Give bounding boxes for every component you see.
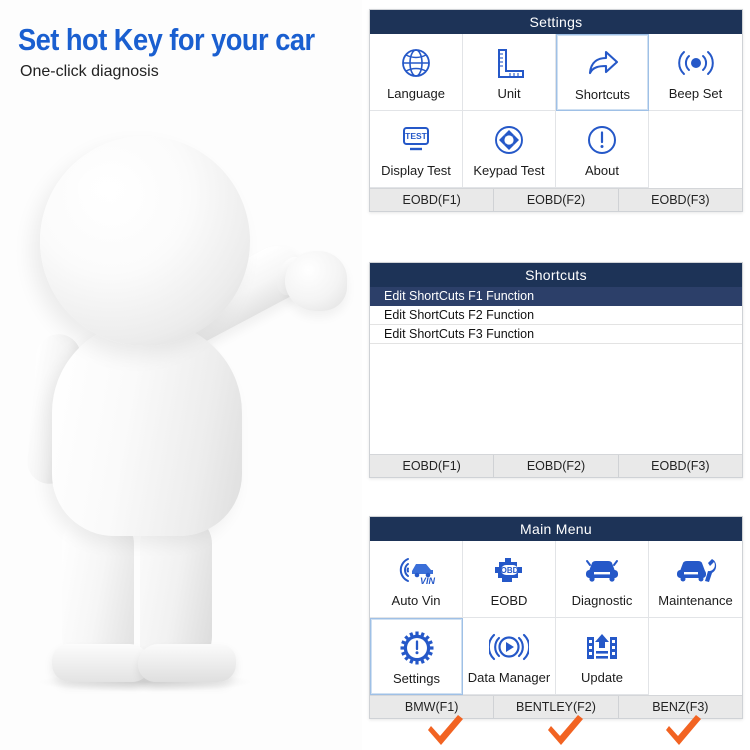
car-wrench-icon: [674, 550, 718, 590]
screenshot-root: Set hot Key for your car One-click diagn…: [0, 0, 750, 750]
main-menu-panel-title: Main Menu: [370, 517, 742, 541]
upload-film-icon: [583, 627, 621, 667]
settings-item-unit[interactable]: Unit: [463, 34, 556, 111]
mascot-illustration: [0, 96, 362, 750]
settings-item-label: Display Test: [381, 163, 451, 178]
settings-item-display-test[interactable]: TEST Display Test: [370, 111, 463, 188]
main-menu-item-label: Update: [581, 670, 623, 685]
settings-item-shortcuts[interactable]: Shortcuts: [556, 34, 649, 111]
settings-item-label: About: [585, 163, 619, 178]
shortcuts-list: Edit ShortCuts F1 Function Edit ShortCut…: [370, 287, 742, 454]
monitor-test-icon: TEST: [398, 120, 434, 160]
auto-vin-car-icon: VIN: [395, 550, 437, 590]
shortcuts-list-empty-area: [370, 344, 742, 454]
main-menu-panel: Main Menu VIN Auto Vin OBD EOBD Diagnost…: [369, 516, 743, 719]
settings-item-about[interactable]: About: [556, 111, 649, 188]
share-arrow-icon: [585, 44, 621, 84]
main-menu-grid: VIN Auto Vin OBD EOBD Diagnostic Mainten…: [370, 541, 742, 695]
main-menu-item-data-manager[interactable]: Data Manager: [463, 618, 556, 695]
main-menu-grid-empty-cell: [649, 618, 742, 695]
shortcuts-fkey-bar: EOBD(F1) EOBD(F2) EOBD(F3): [370, 454, 742, 477]
main-menu-item-diagnostic[interactable]: Diagnostic: [556, 541, 649, 618]
mascot-right-foot: [138, 644, 236, 682]
list-item[interactable]: Edit ShortCuts F3 Function: [370, 325, 742, 344]
settings-item-label: Keypad Test: [473, 163, 545, 178]
exclamation-circle-icon: [585, 120, 619, 160]
beep-signal-icon: [677, 43, 714, 83]
keypad-dpad-icon: [492, 120, 526, 160]
checkmark-bmw: [425, 714, 465, 748]
gear-exclaim-icon: [400, 628, 434, 668]
mascot-hand: [285, 251, 347, 311]
fkey-f3[interactable]: EOBD(F3): [619, 455, 742, 477]
mascot-left-foot: [52, 644, 150, 682]
main-menu-item-label: Auto Vin: [391, 593, 441, 608]
settings-item-label: Language: [387, 86, 445, 101]
main-menu-item-label: Data Manager: [467, 670, 551, 685]
car-front-icon: [581, 550, 623, 590]
shortcuts-panel-title: Shortcuts: [370, 263, 742, 287]
main-menu-item-maintenance[interactable]: Maintenance: [649, 541, 742, 618]
svg-text:OBD: OBD: [501, 566, 519, 575]
checkmark-benz: [663, 714, 703, 748]
fkey-f2[interactable]: EOBD(F2): [494, 189, 619, 211]
checkmark-bentley: [545, 714, 585, 748]
settings-item-label: Shortcuts: [575, 87, 630, 102]
settings-panel-title: Settings: [370, 10, 742, 34]
mascot-body: [52, 321, 242, 536]
svg-text:VIN: VIN: [420, 576, 436, 586]
promo-pane: Set hot Key for your car One-click diagn…: [0, 0, 362, 750]
globe-icon: [399, 43, 433, 83]
settings-fkey-bar: EOBD(F1) EOBD(F2) EOBD(F3): [370, 188, 742, 211]
main-menu-item-label: Maintenance: [658, 593, 733, 608]
settings-item-language[interactable]: Language: [370, 34, 463, 111]
list-item[interactable]: Edit ShortCuts F1 Function: [370, 287, 742, 306]
main-menu-item-label: Diagnostic: [571, 593, 633, 608]
settings-grid-empty-cell: [649, 111, 742, 188]
settings-item-label: Beep Set: [668, 86, 723, 101]
settings-item-label: Unit: [497, 86, 521, 101]
settings-item-keypad-test[interactable]: Keypad Test: [463, 111, 556, 188]
svg-text:TEST: TEST: [405, 131, 428, 141]
ruler-icon: [492, 43, 526, 83]
main-menu-item-auto-vin[interactable]: VIN Auto Vin: [370, 541, 463, 618]
fkey-f3[interactable]: EOBD(F3): [619, 189, 742, 211]
settings-grid: Language Unit Shortcuts Beep Set TEST Di…: [370, 34, 742, 188]
settings-panel: Settings Language Unit Shortcuts Beep Se…: [369, 9, 743, 212]
fkey-f1[interactable]: EOBD(F1): [370, 455, 495, 477]
fkey-f2[interactable]: EOBD(F2): [494, 455, 619, 477]
main-menu-item-eobd[interactable]: OBD EOBD: [463, 541, 556, 618]
settings-item-beep-set[interactable]: Beep Set: [649, 34, 742, 111]
obd-engine-icon: OBD: [489, 550, 529, 590]
main-menu-item-label: EOBD: [490, 593, 528, 608]
list-item[interactable]: Edit ShortCuts F2 Function: [370, 306, 742, 325]
fkey-f1[interactable]: EOBD(F1): [370, 189, 495, 211]
main-menu-item-label: Settings: [393, 671, 440, 686]
play-circle-icon: [489, 627, 529, 667]
shortcuts-panel: Shortcuts Edit ShortCuts F1 Function Edi…: [369, 262, 743, 478]
mascot-head: [40, 136, 250, 346]
page-title: Set hot Key for your car: [18, 22, 315, 57]
main-menu-item-update[interactable]: Update: [556, 618, 649, 695]
main-menu-item-settings[interactable]: Settings: [370, 618, 463, 695]
page-subtitle: One-click diagnosis: [20, 63, 159, 80]
